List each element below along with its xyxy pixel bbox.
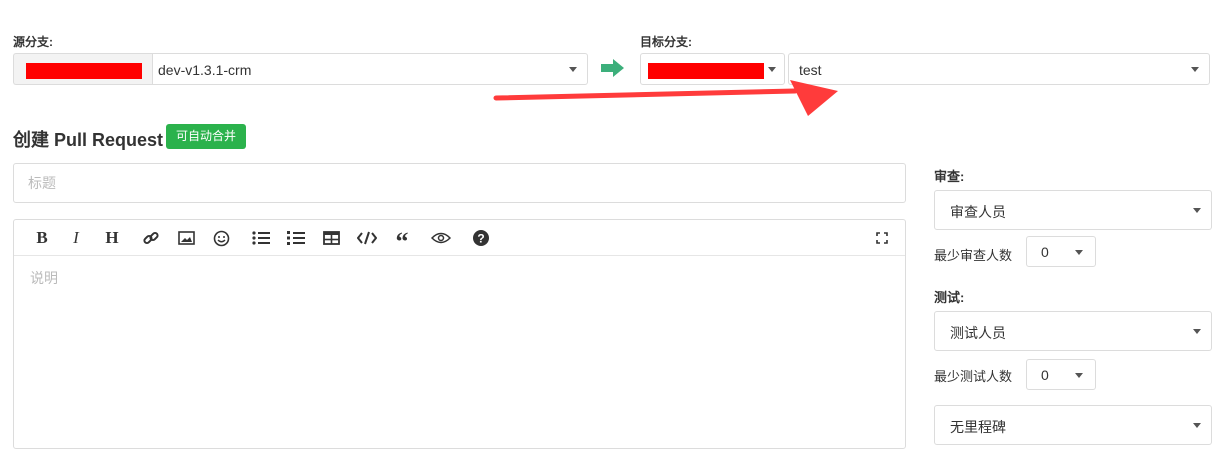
emoji-icon[interactable] bbox=[210, 227, 232, 249]
chevron-down-icon bbox=[1193, 208, 1201, 213]
source-repo-select[interactable] bbox=[13, 53, 153, 85]
fullscreen-icon[interactable] bbox=[871, 227, 893, 249]
redacted-target-repo bbox=[648, 63, 764, 79]
source-branch-value: dev-v1.3.1-crm bbox=[158, 62, 252, 78]
target-branch-label: 目标分支: bbox=[640, 35, 692, 49]
quote-icon[interactable]: “ bbox=[391, 227, 413, 255]
chevron-down-icon bbox=[1191, 67, 1199, 72]
table-icon[interactable] bbox=[320, 227, 342, 249]
chevron-down-icon bbox=[1075, 250, 1083, 255]
italic-icon[interactable]: I bbox=[65, 227, 87, 249]
page-title: 创建 Pull Request bbox=[13, 130, 164, 150]
heading-icon[interactable]: H bbox=[101, 227, 123, 249]
annotation-arrow bbox=[493, 80, 838, 116]
help-icon[interactable]: ? bbox=[470, 227, 492, 249]
min-tester-value: 0 bbox=[1041, 367, 1049, 383]
target-branch-select[interactable]: test bbox=[788, 53, 1210, 85]
chevron-down-icon bbox=[1193, 329, 1201, 334]
min-reviewer-value: 0 bbox=[1041, 244, 1049, 260]
tester-select-value: 测试人员 bbox=[950, 325, 1006, 341]
title-input[interactable] bbox=[13, 163, 906, 203]
description-editor bbox=[13, 219, 906, 449]
code-icon[interactable] bbox=[356, 227, 378, 249]
status-badge: 可自动合并 bbox=[166, 124, 247, 149]
preview-icon[interactable] bbox=[430, 227, 452, 249]
svg-text:?: ? bbox=[477, 232, 484, 246]
reviewer-select[interactable]: 审查人员 bbox=[934, 190, 1212, 230]
min-reviewer-label: 最少审查人数 bbox=[934, 248, 1013, 263]
bold-icon[interactable]: B bbox=[31, 227, 53, 249]
redacted-source-repo bbox=[26, 63, 142, 79]
arrow-right-icon bbox=[601, 59, 624, 77]
target-branch-value: test bbox=[799, 62, 822, 78]
bullet-list-icon[interactable] bbox=[250, 227, 272, 249]
description-textarea[interactable] bbox=[28, 266, 888, 416]
chevron-down-icon bbox=[569, 67, 577, 72]
test-label: 测试: bbox=[934, 290, 965, 305]
link-icon[interactable] bbox=[140, 227, 162, 249]
chevron-down-icon bbox=[1193, 423, 1201, 428]
min-reviewer-select[interactable]: 0 bbox=[1026, 236, 1096, 267]
chevron-down-icon bbox=[1075, 373, 1083, 378]
reviewer-select-value: 审查人员 bbox=[950, 204, 1006, 220]
review-label: 审查: bbox=[934, 169, 965, 184]
chevron-down-icon bbox=[768, 67, 776, 72]
tester-select[interactable]: 测试人员 bbox=[934, 311, 1212, 351]
min-tester-label: 最少测试人数 bbox=[934, 369, 1013, 384]
milestone-select-value: 无里程碑 bbox=[950, 419, 1006, 435]
min-tester-select[interactable]: 0 bbox=[1026, 359, 1096, 390]
numbered-list-icon[interactable] bbox=[285, 227, 307, 249]
source-branch-label: 源分支: bbox=[13, 35, 53, 49]
milestone-select[interactable]: 无里程碑 bbox=[934, 405, 1212, 445]
image-icon[interactable] bbox=[175, 227, 197, 249]
